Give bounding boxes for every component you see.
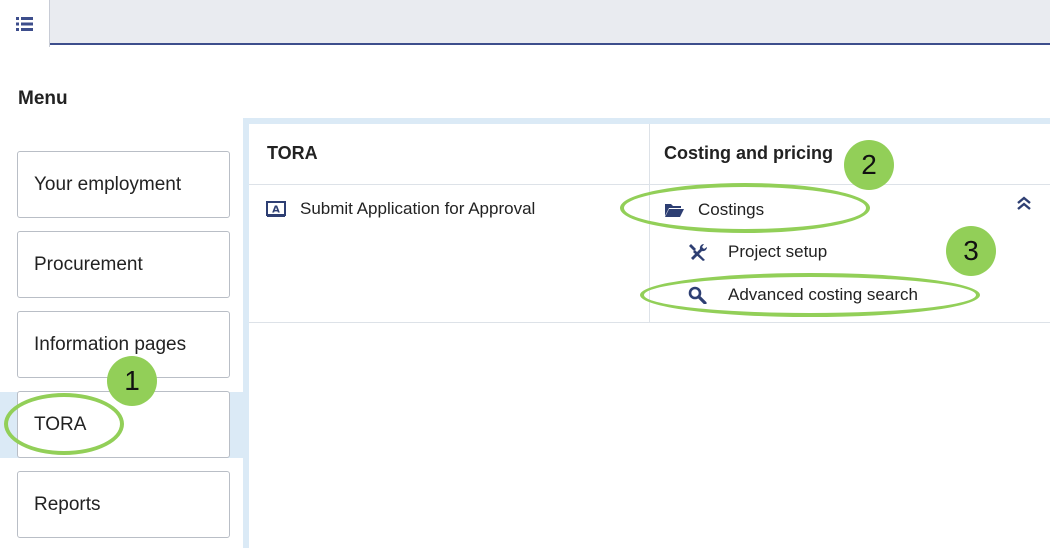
menu-panel: [243, 118, 1050, 548]
column-header-tora: TORA: [267, 143, 318, 163]
menu-item-label: Procurement: [34, 253, 143, 275]
link-label: Project setup: [728, 242, 828, 261]
column-header-costing-and-pricing: Costing and pricing: [664, 143, 833, 163]
collapse-button[interactable]: [1016, 195, 1032, 216]
application-form-icon: A: [266, 200, 286, 218]
menu-item-reports[interactable]: Reports: [17, 471, 230, 538]
top-bar: [0, 0, 1050, 45]
panel-bottom-divider: [249, 322, 1050, 323]
annotation-ring-advanced-search: [640, 273, 980, 317]
submit-application-link[interactable]: A Submit Application for Approval: [266, 199, 535, 219]
annotation-badge-1: 1: [107, 356, 157, 406]
list-icon: [15, 16, 34, 32]
annotation-badge-3: 3: [946, 226, 996, 276]
link-label: Submit Application for Approval: [300, 199, 536, 218]
menu-item-your-employment[interactable]: Your employment: [17, 151, 230, 218]
annotation-ring-costings: [620, 183, 870, 233]
menu-item-label: Information pages: [34, 333, 187, 355]
menu-item-label: Your employment: [34, 173, 182, 195]
menu-tab[interactable]: [0, 0, 50, 47]
annotation-ring-tora: [4, 393, 124, 455]
menu-title: Menu: [18, 88, 68, 109]
annotation-badge-2: 2: [844, 140, 894, 190]
project-setup-link[interactable]: Project setup: [688, 242, 827, 262]
tools-icon: [688, 243, 708, 261]
menu-item-label: Reports: [34, 493, 101, 515]
double-chevron-up-icon: [1016, 195, 1032, 211]
svg-text:A: A: [272, 204, 280, 215]
menu-item-procurement[interactable]: Procurement: [17, 231, 230, 298]
